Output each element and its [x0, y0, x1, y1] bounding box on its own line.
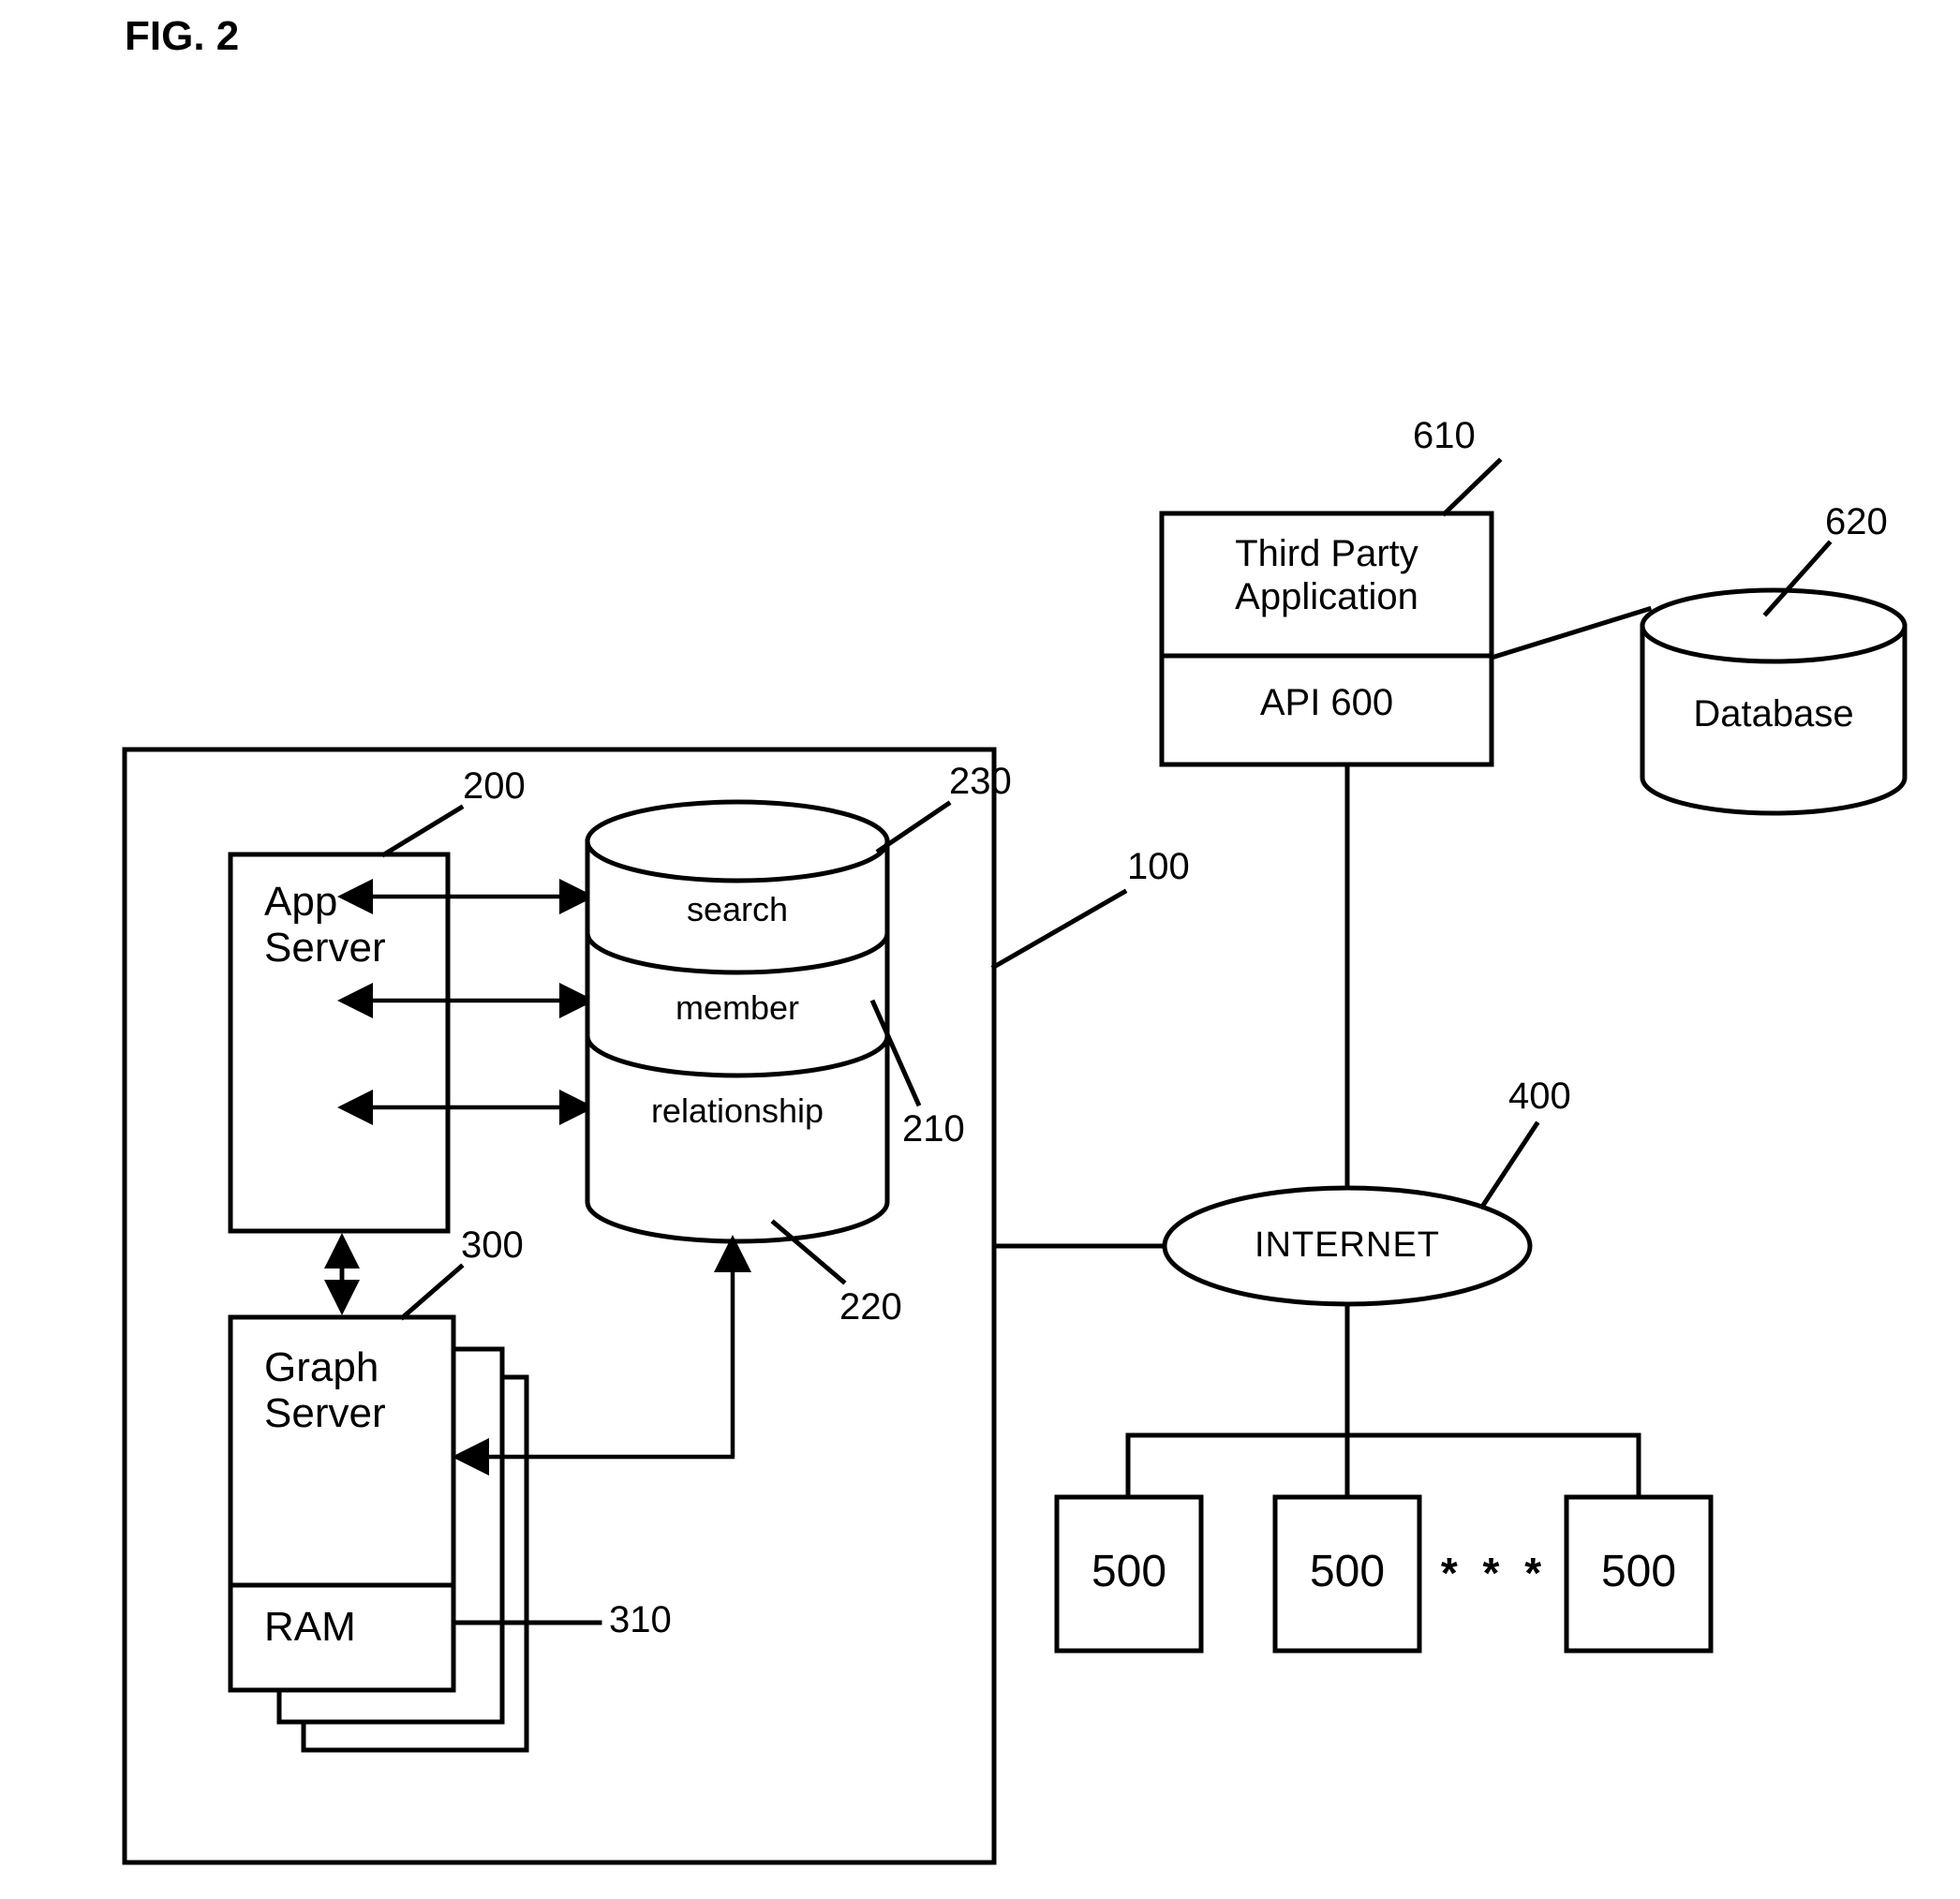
- graph-server-label-line1: Graph: [264, 1344, 379, 1390]
- figure-title: FIG. 2: [125, 13, 240, 59]
- third-party-application-label: Third Party Application: [1162, 532, 1492, 619]
- datastore-cylinder-top: [585, 799, 890, 883]
- ref-number-300: 300: [461, 1224, 524, 1266]
- ref-number-210: 210: [902, 1108, 965, 1150]
- leader-line-100: [990, 888, 1128, 971]
- datastore-layer-label-relationship: relationship: [650, 1091, 824, 1130]
- app-server-label: App Server: [264, 879, 386, 972]
- figure-2-diagram: FIG. 2 100 App Server 200 search member …: [0, 0, 1960, 1899]
- connector-thirdparty-database: [1488, 605, 1653, 661]
- ram-label: RAM: [264, 1604, 356, 1650]
- leader-line-400: [1478, 1120, 1540, 1210]
- app-server-label-line2: Server: [264, 925, 386, 972]
- database-label: Database: [1693, 693, 1854, 734]
- app-server-label-line1: App: [264, 879, 338, 925]
- client-label-3: 500: [1600, 1547, 1677, 1596]
- ref-number-220: 220: [839, 1286, 902, 1328]
- graph-server-label-line2: Server: [264, 1390, 386, 1437]
- database-cylinder-top: [1640, 587, 1908, 664]
- datastore-layer-label-member: member: [675, 988, 800, 1027]
- internet-label: INTERNET: [1255, 1225, 1440, 1265]
- datastore-layer-label-search: search: [686, 890, 789, 928]
- third-party-label-line2: Application: [1235, 576, 1418, 618]
- leader-line-610: [1441, 457, 1503, 517]
- client-ellipsis: * * *: [1440, 1549, 1549, 1597]
- ref-number-200: 200: [463, 765, 526, 807]
- client-label-1: 500: [1091, 1547, 1167, 1596]
- graph-server-label: Graph Server: [264, 1344, 386, 1437]
- ref-number-610: 610: [1413, 415, 1476, 456]
- client-label-2: 500: [1309, 1547, 1386, 1596]
- ref-number-620: 620: [1825, 501, 1888, 542]
- ref-number-100: 100: [1127, 846, 1190, 887]
- ref-number-310: 310: [609, 1599, 672, 1640]
- api-label: API 600: [1259, 682, 1394, 723]
- ref-number-400: 400: [1508, 1076, 1571, 1117]
- ref-number-230: 230: [949, 761, 1012, 802]
- third-party-label-line1: Third Party: [1235, 533, 1418, 574]
